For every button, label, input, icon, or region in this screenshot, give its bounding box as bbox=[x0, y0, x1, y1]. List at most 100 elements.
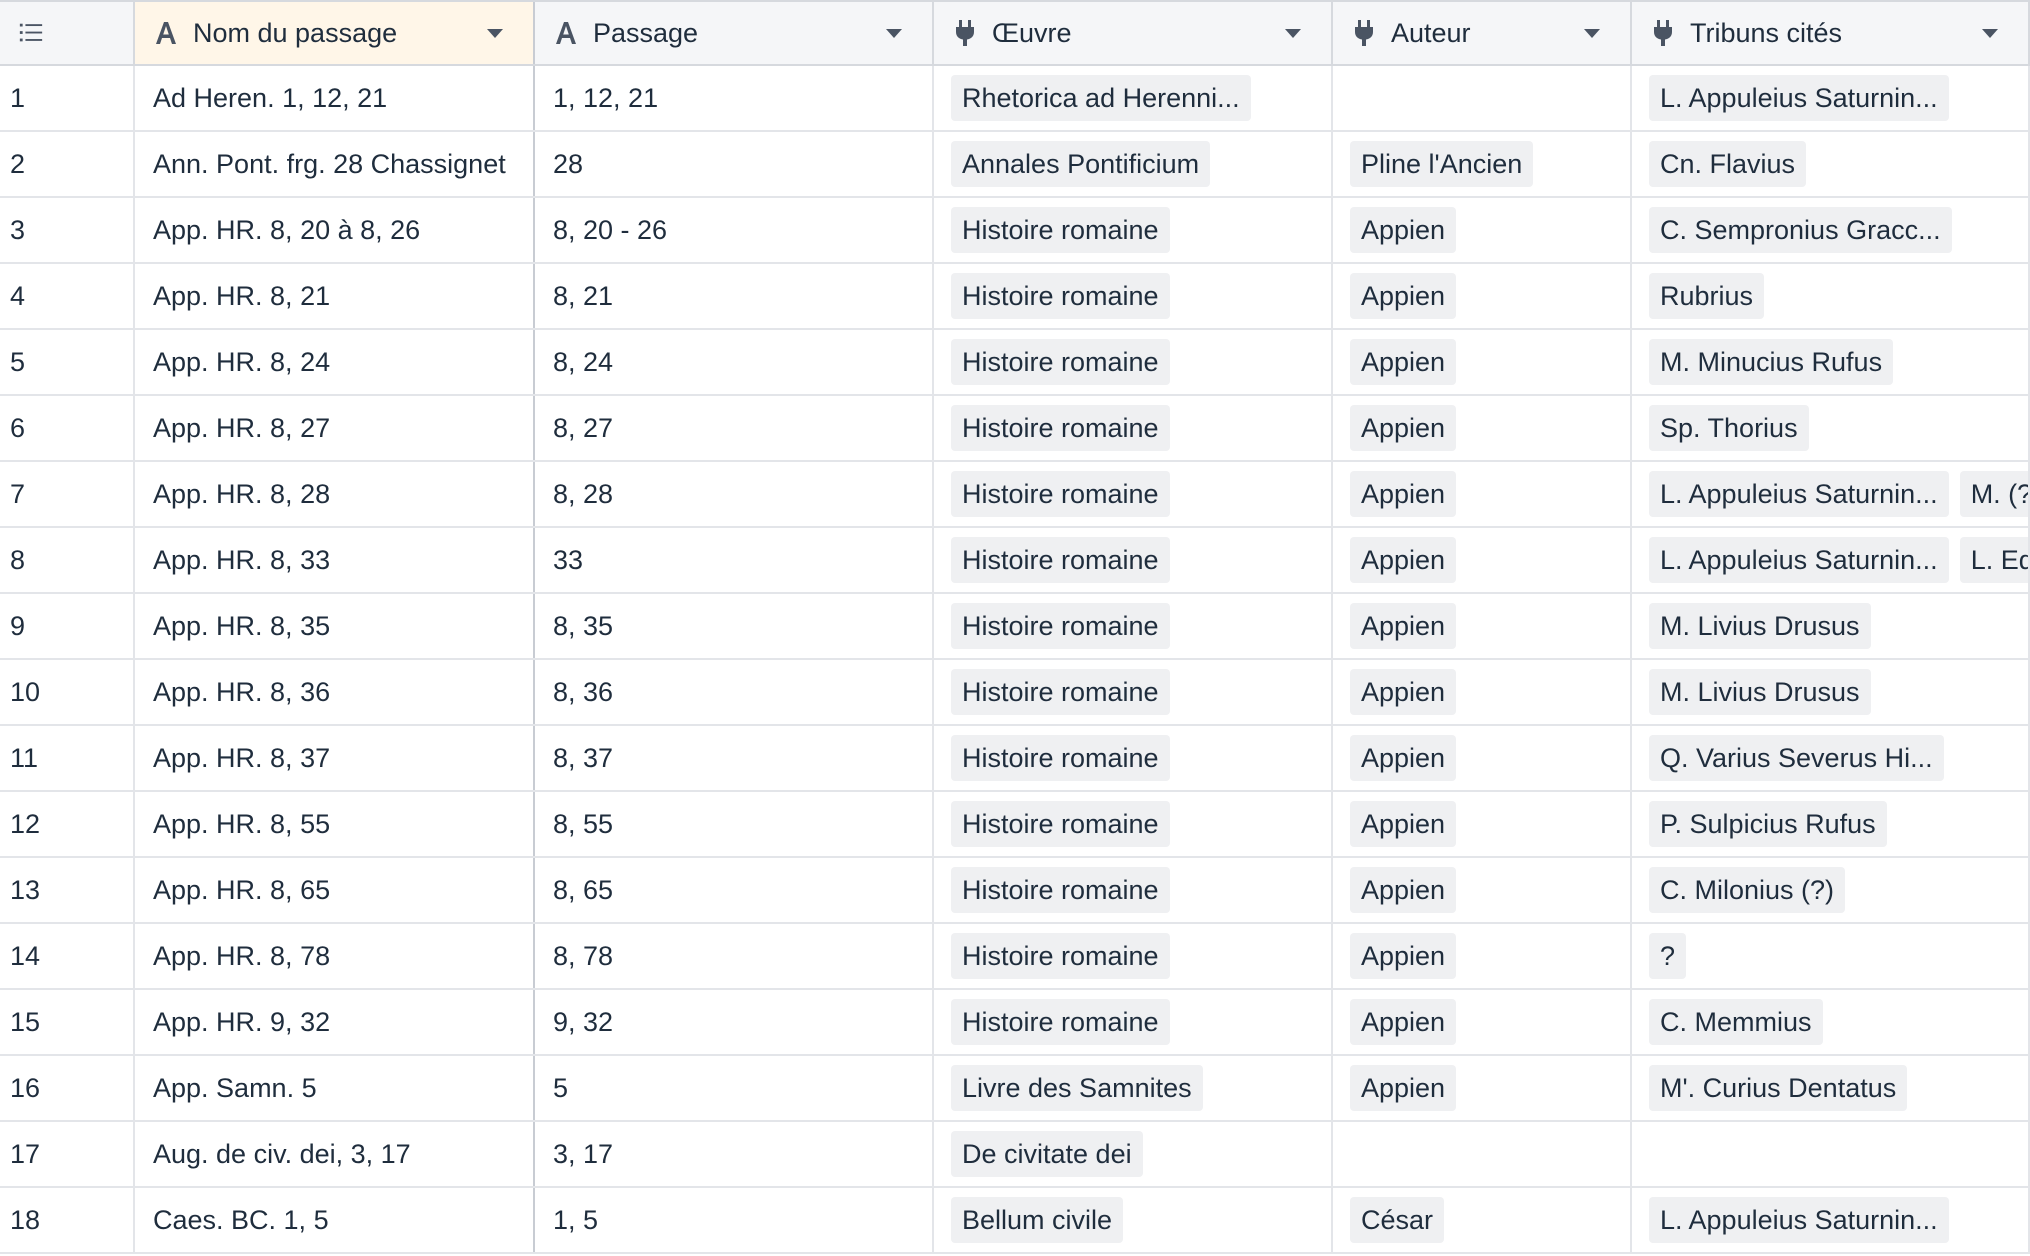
table-row[interactable]: 12 App. HR. 8, 55 8, 55 Histoire romaine App… bbox=[0, 792, 2030, 858]
link-chip[interactable]: Histoire romaine bbox=[951, 603, 1170, 649]
link-chip[interactable]: Appien bbox=[1350, 1065, 1457, 1111]
oeuvre-cell[interactable]: Histoire romaine bbox=[934, 858, 1333, 922]
table-row[interactable]: 18 Caes. BC. 1, 5 1, 5 Bellum civile César L.… bbox=[0, 1188, 2030, 1254]
nom-du-passage-cell[interactable]: Caes. BC. 1, 5 bbox=[135, 1188, 535, 1252]
row-number-cell[interactable]: 12 bbox=[0, 792, 135, 856]
auteur-cell[interactable]: Appien bbox=[1333, 330, 1632, 394]
tribuns-cites-cell[interactable]: M'. Curius Dentatus bbox=[1632, 1056, 2030, 1120]
table-row[interactable]: 15 App. HR. 9, 32 9, 32 Histoire romaine App… bbox=[0, 990, 2030, 1056]
auteur-cell[interactable] bbox=[1333, 66, 1632, 130]
link-chip[interactable]: Appien bbox=[1350, 999, 1457, 1045]
tribuns-cites-cell[interactable]: L. Appuleius Saturnin... bbox=[1632, 1188, 2030, 1252]
link-chip[interactable]: C. Milonius (?) bbox=[1649, 867, 1846, 913]
tribuns-cites-cell[interactable]: L. Appuleius Saturnin... L. Eq bbox=[1632, 528, 2030, 592]
nom-du-passage-cell[interactable]: App. HR. 8, 21 bbox=[135, 264, 535, 328]
table-row[interactable]: 6 App. HR. 8, 27 8, 27 Histoire romaine Appi… bbox=[0, 396, 2030, 462]
link-chip[interactable]: César bbox=[1350, 1197, 1445, 1243]
link-chip[interactable]: M. Minucius Rufus bbox=[1649, 339, 1894, 385]
passage-cell[interactable]: 8, 78 bbox=[535, 924, 934, 988]
link-chip[interactable]: Appien bbox=[1350, 471, 1457, 517]
link-chip[interactable]: L. Appuleius Saturnin... bbox=[1649, 471, 1949, 517]
link-chip[interactable]: Sp. Thorius bbox=[1649, 405, 1809, 451]
tribuns-cites-cell[interactable] bbox=[1632, 1122, 2030, 1186]
header-auteur[interactable]: Auteur bbox=[1333, 2, 1632, 64]
auteur-cell[interactable]: Appien bbox=[1333, 528, 1632, 592]
auteur-cell[interactable]: Appien bbox=[1333, 660, 1632, 724]
tribuns-cites-cell[interactable]: Rubrius bbox=[1632, 264, 2030, 328]
link-chip[interactable]: Appien bbox=[1350, 669, 1457, 715]
link-chip[interactable]: L. Appuleius Saturnin... bbox=[1649, 537, 1949, 583]
passage-cell[interactable]: 8, 20 - 26 bbox=[535, 198, 934, 262]
link-chip[interactable]: M. Livius Drusus bbox=[1649, 603, 1871, 649]
link-chip[interactable]: Histoire romaine bbox=[951, 537, 1170, 583]
oeuvre-cell[interactable]: Histoire romaine bbox=[934, 264, 1333, 328]
nom-du-passage-cell[interactable]: App. HR. 9, 32 bbox=[135, 990, 535, 1054]
header-oeuvre[interactable]: Œuvre bbox=[934, 2, 1333, 64]
table-row[interactable]: 9 App. HR. 8, 35 8, 35 Histoire romaine Appi… bbox=[0, 594, 2030, 660]
link-chip[interactable]: Histoire romaine bbox=[951, 999, 1170, 1045]
link-chip[interactable]: M'. Curius Dentatus bbox=[1649, 1065, 1908, 1111]
nom-du-passage-cell[interactable]: Aug. de civ. dei, 3, 17 bbox=[135, 1122, 535, 1186]
oeuvre-cell[interactable]: Annales Pontificium bbox=[934, 132, 1333, 196]
row-number-cell[interactable]: 6 bbox=[0, 396, 135, 460]
chevron-down-icon[interactable] bbox=[1584, 28, 1600, 38]
passage-cell[interactable]: 1, 12, 21 bbox=[535, 66, 934, 130]
link-chip[interactable]: Annales Pontificium bbox=[951, 141, 1211, 187]
passage-cell[interactable]: 28 bbox=[535, 132, 934, 196]
link-chip[interactable]: L. Eq bbox=[1959, 537, 2028, 583]
table-row[interactable]: 8 App. HR. 8, 33 33 Histoire romaine Appien L… bbox=[0, 528, 2030, 594]
link-chip[interactable]: Rhetorica ad Herenni... bbox=[951, 75, 1251, 121]
table-row[interactable]: 11 App. HR. 8, 37 8, 37 Histoire romaine App… bbox=[0, 726, 2030, 792]
table-row[interactable]: 14 App. HR. 8, 78 8, 78 Histoire romaine App… bbox=[0, 924, 2030, 990]
nom-du-passage-cell[interactable]: App. HR. 8, 37 bbox=[135, 726, 535, 790]
passage-cell[interactable]: 8, 21 bbox=[535, 264, 934, 328]
row-number-cell[interactable]: 7 bbox=[0, 462, 135, 526]
tribuns-cites-cell[interactable]: Q. Varius Severus Hi... bbox=[1632, 726, 2030, 790]
row-number-cell[interactable]: 4 bbox=[0, 264, 135, 328]
auteur-cell[interactable]: Appien bbox=[1333, 198, 1632, 262]
table-row[interactable]: 16 App. Samn. 5 5 Livre des Samnites Appien M… bbox=[0, 1056, 2030, 1122]
row-number-cell[interactable]: 16 bbox=[0, 1056, 135, 1120]
link-chip[interactable]: Appien bbox=[1350, 339, 1457, 385]
link-chip[interactable]: Histoire romaine bbox=[951, 405, 1170, 451]
auteur-cell[interactable]: Pline l'Ancien bbox=[1333, 132, 1632, 196]
auteur-cell[interactable]: Appien bbox=[1333, 462, 1632, 526]
link-chip[interactable]: Histoire romaine bbox=[951, 207, 1170, 253]
row-number-cell[interactable]: 8 bbox=[0, 528, 135, 592]
tribuns-cites-cell[interactable]: Cn. Flavius bbox=[1632, 132, 2030, 196]
link-chip[interactable]: Appien bbox=[1350, 537, 1457, 583]
header-passage[interactable]: Passage bbox=[535, 2, 934, 64]
auteur-cell[interactable]: Appien bbox=[1333, 594, 1632, 658]
header-row-number[interactable] bbox=[0, 2, 135, 64]
tribuns-cites-cell[interactable]: C. Memmius bbox=[1632, 990, 2030, 1054]
row-number-cell[interactable]: 9 bbox=[0, 594, 135, 658]
oeuvre-cell[interactable]: Histoire romaine bbox=[934, 660, 1333, 724]
link-chip[interactable]: Histoire romaine bbox=[951, 801, 1170, 847]
chevron-down-icon[interactable] bbox=[487, 28, 503, 38]
header-tribuns-cites[interactable]: Tribuns cités bbox=[1632, 2, 2030, 64]
link-chip[interactable]: Histoire romaine bbox=[951, 867, 1170, 913]
tribuns-cites-cell[interactable]: P. Sulpicius Rufus bbox=[1632, 792, 2030, 856]
link-chip[interactable]: Histoire romaine bbox=[951, 339, 1170, 385]
link-chip[interactable]: Appien bbox=[1350, 867, 1457, 913]
link-chip[interactable]: Appien bbox=[1350, 273, 1457, 319]
nom-du-passage-cell[interactable]: App. HR. 8, 78 bbox=[135, 924, 535, 988]
oeuvre-cell[interactable]: Histoire romaine bbox=[934, 726, 1333, 790]
table-row[interactable]: 5 App. HR. 8, 24 8, 24 Histoire romaine Appi… bbox=[0, 330, 2030, 396]
auteur-cell[interactable] bbox=[1333, 1122, 1632, 1186]
passage-cell[interactable]: 8, 55 bbox=[535, 792, 934, 856]
row-number-cell[interactable]: 14 bbox=[0, 924, 135, 988]
table-row[interactable]: 4 App. HR. 8, 21 8, 21 Histoire romaine Appi… bbox=[0, 264, 2030, 330]
oeuvre-cell[interactable]: Histoire romaine bbox=[934, 198, 1333, 262]
link-chip[interactable]: M. Livius Drusus bbox=[1649, 669, 1871, 715]
oeuvre-cell[interactable]: Histoire romaine bbox=[934, 990, 1333, 1054]
passage-cell[interactable]: 1, 5 bbox=[535, 1188, 934, 1252]
oeuvre-cell[interactable]: Histoire romaine bbox=[934, 924, 1333, 988]
oeuvre-cell[interactable]: Histoire romaine bbox=[934, 462, 1333, 526]
auteur-cell[interactable]: César bbox=[1333, 1188, 1632, 1252]
tribuns-cites-cell[interactable]: M. Minucius Rufus bbox=[1632, 330, 2030, 394]
auteur-cell[interactable]: Appien bbox=[1333, 858, 1632, 922]
nom-du-passage-cell[interactable]: App. Samn. 5 bbox=[135, 1056, 535, 1120]
link-chip[interactable]: Histoire romaine bbox=[951, 471, 1170, 517]
oeuvre-cell[interactable]: Livre des Samnites bbox=[934, 1056, 1333, 1120]
